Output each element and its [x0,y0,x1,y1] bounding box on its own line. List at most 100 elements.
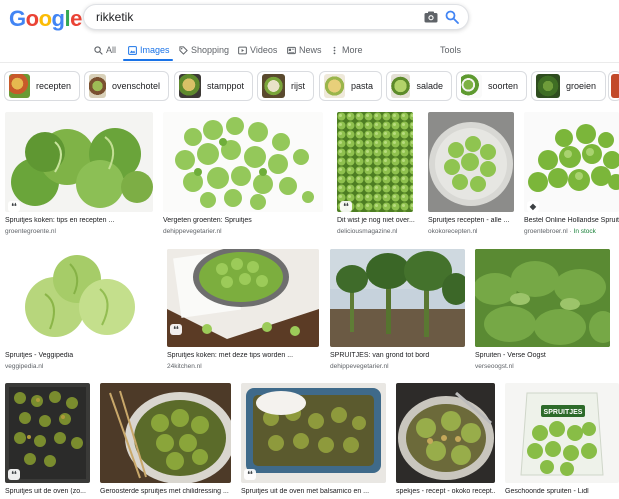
lidl-sprouts-bag-photo: SPRUITJES [520,392,604,476]
result-source[interactable]: okokorecepten.nl [428,228,478,235]
logo-letter: g [51,6,65,31]
google-logo[interactable]: Google [9,6,82,32]
chip-partial[interactable] [608,71,619,101]
result-title[interactable]: Vergeten groenten: Spruitjes [163,217,323,224]
search-icon [94,45,103,55]
result-image[interactable] [428,112,514,212]
tab-label: News [299,45,322,55]
search-box[interactable]: rikketik [83,4,469,30]
result-title[interactable]: Spruitjes recepten - alle ... [428,217,514,224]
brussels-sprouts-photo [25,255,135,337]
result-image[interactable] [167,249,319,347]
tab-label: All [106,45,117,55]
chip-label: stamppot [206,81,244,91]
result-image[interactable] [163,112,323,212]
brussels-sprouts-photo [429,122,513,206]
result-image[interactable] [5,112,153,212]
result-source[interactable]: dehippevegetarier.nl [330,363,389,370]
chip-salade[interactable]: salade [386,71,452,101]
tab-news[interactable]: News [287,45,322,55]
tools-button[interactable]: Tools [440,45,461,55]
result-source[interactable]: deliciousmagazine.nl [337,228,397,235]
chip-thumbnail [262,74,285,98]
chip-groeien[interactable]: groeien [531,71,606,101]
brussels-sprouts-photo [11,128,153,208]
quote-icon: ❛❛ [8,201,20,212]
result-title[interactable]: Spruitjes koken: tips en recepten ... [5,217,153,224]
tag-icon: ◆ [527,201,539,212]
chip-thumbnail [391,74,411,98]
camera-icon[interactable] [424,11,438,23]
chip-ovenschotel[interactable]: ovenschotel [84,71,169,101]
tab-videos[interactable]: Videos [238,45,277,55]
result-source[interactable]: dehippevegetarier.nl [163,228,222,235]
result-title[interactable]: Spruiten - Verse Oogst [475,352,610,359]
result-title[interactable]: Spruitjes - Veggipedia [5,352,157,359]
result-title[interactable]: Geschoonde spruiten - Lidl [505,488,619,495]
chip-thumbnail [536,74,560,98]
news-icon [287,46,296,54]
result-image[interactable] [475,249,610,347]
chip-rijst[interactable]: rijst [257,71,314,101]
active-tab-indicator [123,59,173,61]
result-image[interactable] [524,112,619,212]
brussels-sprouts-photo [528,124,619,192]
result-source[interactable]: 24kitchen.nl [167,363,202,370]
roasted-sprouts-photo [109,390,231,483]
tab-images[interactable]: Images [128,45,170,55]
tab-more[interactable]: More [330,45,363,55]
result-source[interactable]: verseoogst.nl [475,363,514,370]
search-icon[interactable] [445,10,459,24]
result-source[interactable]: groentebroer.nl · In stock [524,228,596,235]
result-image[interactable] [337,112,413,212]
result-title[interactable]: Spruitjes uit de oven (zo... [5,488,90,495]
chip-stamppot[interactable]: stamppot [174,71,253,101]
result-title[interactable]: Spruitjes uit de oven met balsamico en .… [241,488,386,495]
search-tabs: All Images Shopping Videos News More Too… [0,40,619,62]
brussels-sprouts-photo [337,112,413,212]
tab-shopping[interactable]: Shopping [179,45,229,55]
result-image[interactable] [396,383,495,483]
result-image[interactable]: SPRUITJES [505,383,619,483]
brussels-sprouts-field-photo [330,249,465,347]
brussels-sprouts-photo [167,249,319,347]
result-image[interactable] [5,383,90,483]
quote-icon: ❛❛ [8,469,20,480]
roasted-sprouts-photo [246,388,381,473]
result-image[interactable] [5,249,157,347]
result-image[interactable] [330,249,465,347]
quote-icon: ❛❛ [170,324,182,335]
chip-label: groeien [566,81,597,91]
chip-label: soorten [487,81,518,91]
roasted-sprouts-photo [9,387,86,479]
result-title[interactable]: Geroosterde spruitjes met chilidressing … [100,488,231,495]
quote-icon: ❛❛ [340,201,352,212]
image-icon [128,45,137,55]
result-title[interactable]: spekjes - recept - okoko recept... [396,488,495,495]
chip-thumbnail [179,74,201,98]
chip-label: pasta [350,81,373,91]
result-title[interactable]: Bestel Online Hollandse Spruit [524,217,619,224]
chip-soorten[interactable]: soorten [456,71,527,101]
chip-thumbnail [461,74,482,98]
search-input[interactable]: rikketik [96,10,133,24]
chip-pasta[interactable]: pasta [319,71,382,101]
result-source[interactable]: veggipedia.nl [5,363,43,370]
tab-all[interactable]: All [94,45,116,55]
chip-label: rijst [291,81,305,91]
chip-thumbnail [89,74,106,98]
result-title[interactable]: Spruitjes koken: met deze tips worden ..… [167,352,319,359]
bag-label: SPRUITJES [544,409,583,416]
tab-label: More [342,45,363,55]
stock-status: In stock [573,228,596,235]
tab-label: Videos [250,45,278,55]
chip-recepten[interactable]: recepten [4,71,80,101]
result-image[interactable] [241,383,386,483]
result-source[interactable]: groentegroente.nl [5,228,56,235]
tools-label: Tools [440,45,462,55]
result-title[interactable]: Dit wist je nog niet over... [337,217,417,224]
result-image[interactable] [100,383,231,483]
chip-label: recepten [35,81,71,91]
chip-label: salade [416,81,443,91]
result-title[interactable]: SPRUITJES: van grond tot bord [330,352,465,359]
